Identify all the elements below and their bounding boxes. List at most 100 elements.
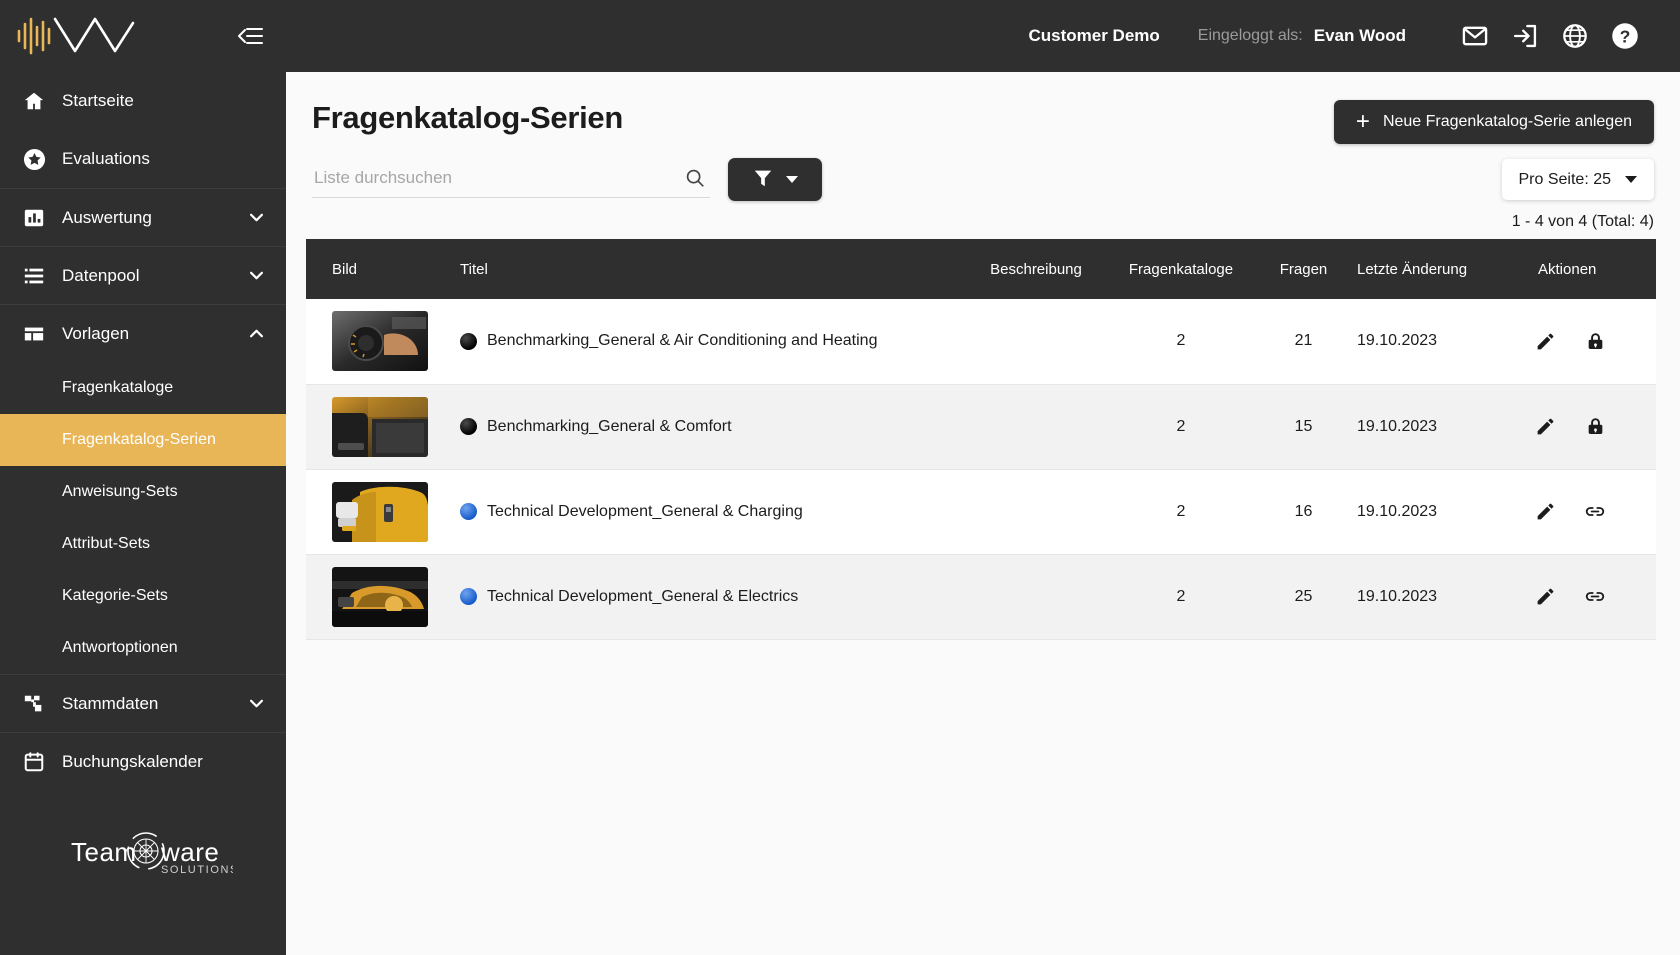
column-header-titel[interactable]: Titel <box>446 239 966 299</box>
filter-button[interactable] <box>728 158 822 201</box>
column-header-beschreibung[interactable]: Beschreibung <box>966 239 1106 299</box>
column-header-fragenkataloge[interactable]: Fragenkataloge <box>1106 239 1256 299</box>
edit-icon[interactable] <box>1534 501 1556 523</box>
row-letzte-aenderung: 19.10.2023 <box>1357 332 1438 350</box>
row-beschreibung <box>966 469 1106 554</box>
column-header-fragen[interactable]: Fragen <box>1256 239 1351 299</box>
series-table: Bild Titel Beschreibung Fragenkataloge F… <box>306 239 1656 640</box>
sidebar-item-stammdaten[interactable]: Stammdaten <box>0 674 286 732</box>
edit-icon[interactable] <box>1534 330 1556 352</box>
lock-icon[interactable] <box>1584 330 1606 352</box>
sidebar-item-label: Auswertung <box>62 207 152 227</box>
row-title: Benchmarking_General & Comfort <box>487 417 732 435</box>
sidebar-subitem-fragenkatalog-serien[interactable]: Fragenkatalog-Serien <box>0 414 286 466</box>
black-circle-icon <box>460 418 477 435</box>
svg-text:?: ? <box>1620 26 1631 46</box>
collapse-sidebar-icon[interactable] <box>236 25 264 47</box>
row-thumbnail-cell <box>306 469 446 554</box>
per-page-label: Pro Seite: 25 <box>1518 170 1612 188</box>
edit-icon[interactable] <box>1534 416 1556 438</box>
row-beschreibung <box>966 299 1106 384</box>
blue-circle-icon <box>460 503 477 520</box>
sidebar-subitem-fragenkataloge[interactable]: Fragenkataloge <box>0 362 286 414</box>
row-title-cell: Technical Development_General & Charging <box>446 469 966 554</box>
sidebar-item-label: Vorlagen <box>62 323 130 343</box>
row-fragen: 16 <box>1294 502 1313 520</box>
logout-icon[interactable] <box>1500 22 1550 50</box>
row-title: Benchmarking_General & Air Conditioning … <box>487 332 878 350</box>
chevron-down-icon <box>786 176 798 183</box>
sidebar-subitem-label: Kategorie-Sets <box>62 587 168 604</box>
row-thumbnail-cell <box>306 384 446 469</box>
filter-icon <box>752 167 774 192</box>
topbar: Customer Demo Eingeloggt als: Evan Wood … <box>286 0 1680 72</box>
column-header-bild[interactable]: Bild <box>306 239 446 299</box>
column-header-letzte-aenderung[interactable]: Letzte Änderung <box>1351 239 1516 299</box>
table-body: Benchmarking_General & Air Conditioning … <box>306 299 1656 639</box>
sidebar-item-label: Stammdaten <box>62 693 159 713</box>
sidebar-subitem-label: Fragenkatalog-Serien <box>62 431 216 448</box>
sidebar-item-buchungskalender[interactable]: Buchungskalender <box>0 732 286 790</box>
new-series-button-label: Neue Fragenkatalog-Serie anlegen <box>1382 113 1632 130</box>
title-with-dot: Benchmarking_General & Air Conditioning … <box>460 332 960 350</box>
table-row[interactable]: Technical Development_General & Charging… <box>306 469 1656 554</box>
row-letzte-aenderung: 19.10.2023 <box>1357 502 1438 520</box>
row-actions-cell <box>1516 299 1656 384</box>
sidebar-subitem-kategorie-sets[interactable]: Kategorie-Sets <box>0 570 286 622</box>
sidebar: Startseite Evaluations Auswertung Datenp… <box>0 0 286 955</box>
per-page-select[interactable]: Pro Seite: 25 <box>1501 159 1654 200</box>
sidebar-item-startseite[interactable]: Startseite <box>0 72 286 130</box>
search-input[interactable] <box>312 161 710 198</box>
table-head: Bild Titel Beschreibung Fragenkataloge F… <box>306 239 1656 299</box>
edit-icon[interactable] <box>1534 586 1556 608</box>
user-name: Evan Wood <box>1313 26 1406 45</box>
row-title-cell: Benchmarking_General & Air Conditioning … <box>446 299 966 384</box>
table-row[interactable]: Benchmarking_General & Comfort 2 15 19.1… <box>306 384 1656 469</box>
help-icon[interactable]: ? <box>1600 21 1650 51</box>
blue-circle-icon <box>460 588 477 605</box>
row-fragenkataloge: 2 <box>1176 502 1186 520</box>
app-root: Startseite Evaluations Auswertung Datenp… <box>0 0 1680 955</box>
column-header-aktionen: Aktionen <box>1516 239 1656 299</box>
plus-icon: + <box>1355 108 1370 135</box>
row-fragenkataloge: 2 <box>1176 587 1186 605</box>
row-thumbnail-cell <box>306 299 446 384</box>
bar-chart-icon <box>22 206 46 230</box>
new-series-button[interactable]: + Neue Fragenkatalog-Serie anlegen <box>1333 100 1654 144</box>
sidebar-item-vorlagen[interactable]: Vorlagen <box>0 304 286 362</box>
mail-icon[interactable] <box>1450 22 1500 50</box>
sidebar-item-auswertung[interactable]: Auswertung <box>0 188 286 246</box>
sidebar-subitem-anweisung-sets[interactable]: Anweisung-Sets <box>0 466 286 518</box>
title-with-dot: Technical Development_General & Charging <box>460 503 960 521</box>
row-title-cell: Technical Development_General & Electric… <box>446 554 966 639</box>
row-fragenkataloge: 2 <box>1176 417 1186 435</box>
sidebar-item-datenpool[interactable]: Datenpool <box>0 246 286 304</box>
sidebar-item-label: Evaluations <box>62 149 150 168</box>
row-fragen: 21 <box>1294 332 1313 350</box>
row-fragen: 25 <box>1294 587 1313 605</box>
lock-icon[interactable] <box>1584 416 1606 438</box>
row-letzte-aenderung: 19.10.2023 <box>1357 417 1438 435</box>
svg-text:SOLUTIONS: SOLUTIONS <box>161 864 233 876</box>
chevron-down-icon <box>1625 176 1637 183</box>
row-actions <box>1534 416 1650 438</box>
row-beschreibung <box>966 554 1106 639</box>
row-title: Technical Development_General & Charging <box>487 502 803 520</box>
sitemap-icon <box>22 692 46 716</box>
chevron-down-icon <box>248 268 264 284</box>
link-icon[interactable] <box>1584 586 1606 608</box>
globe-icon[interactable] <box>1550 22 1600 50</box>
sidebar-subitem-label: Fragenkataloge <box>62 379 174 396</box>
search-icon[interactable] <box>684 167 706 194</box>
sidebar-subitem-antwortoptionen[interactable]: Antwortoptionen <box>0 622 286 674</box>
table-row[interactable]: Technical Development_General & Electric… <box>306 554 1656 639</box>
brand-logo-icon[interactable] <box>14 11 138 62</box>
table-row[interactable]: Benchmarking_General & Air Conditioning … <box>306 299 1656 384</box>
table-header-row: Bild Titel Beschreibung Fragenkataloge F… <box>306 239 1656 299</box>
sidebar-subitem-attribut-sets[interactable]: Attribut-Sets <box>0 518 286 570</box>
row-title-cell: Benchmarking_General & Comfort <box>446 384 966 469</box>
sidebar-item-evaluations[interactable]: Evaluations <box>0 130 286 188</box>
teamware-logo: Team ware SOLUTIONS <box>0 821 286 883</box>
link-icon[interactable] <box>1584 501 1606 523</box>
row-thumbnail-cell <box>306 554 446 639</box>
